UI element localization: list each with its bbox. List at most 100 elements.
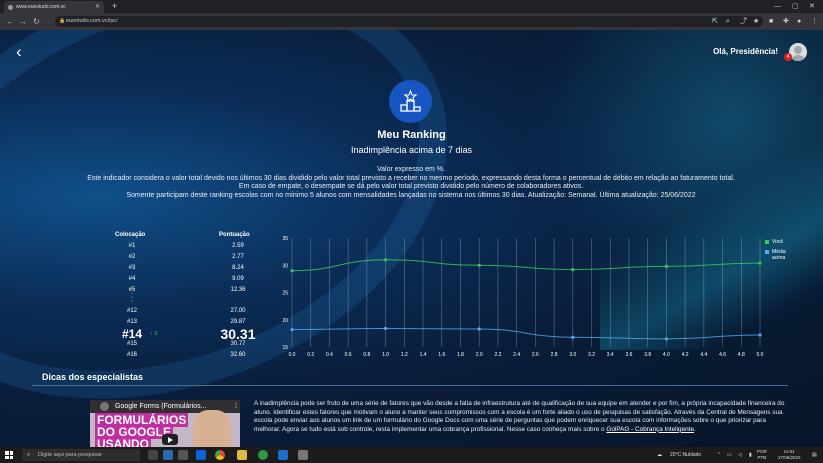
bookmark-star-icon[interactable]: ★: [753, 13, 759, 30]
x-tick-label: 1.0: [382, 352, 389, 358]
ranking-line-chart: 0.0 0.2 0.4 0.6 0.8 1.0 1.2 1.4 1.6 1.8 2.0 2.2 2.4 2…: [282, 236, 764, 358]
install-icon[interactable]: ⇱: [712, 13, 718, 30]
tips-end: .: [694, 425, 696, 433]
windows-start-icon[interactable]: [5, 451, 13, 459]
x-tick-label: 0.2: [307, 352, 314, 358]
task-view-icon[interactable]: [148, 450, 158, 460]
app-icon[interactable]: [258, 450, 268, 460]
golpag-link[interactable]: GolPAG - Cobrança Inteligente: [606, 426, 694, 433]
app-icon[interactable]: [163, 450, 173, 460]
legend-swatch-icon: [765, 240, 769, 244]
minimize-icon[interactable]: —: [774, 0, 781, 13]
ranking-position: #2: [128, 254, 136, 260]
series-line: [291, 259, 761, 272]
data-point: [384, 326, 388, 331]
windows-taskbar: ⌕ Digite aqui para pesquisar ☁ 20°C Nubl…: [0, 447, 823, 463]
video-title[interactable]: Google Forms (Formulários...: [115, 403, 206, 410]
close-tab-icon[interactable]: ✕: [95, 1, 100, 13]
rank-change-up: ↑ 3: [150, 331, 157, 337]
data-point: [290, 327, 294, 332]
data-point: [664, 264, 668, 268]
ranking-score: 30.77: [230, 341, 246, 347]
reload-icon[interactable]: ↻: [33, 13, 40, 30]
x-tick-label: 0.0: [289, 352, 296, 358]
ranking-position: #4: [128, 276, 136, 282]
profile-icon[interactable]: ●: [797, 13, 801, 30]
ranking-position: #13: [126, 319, 137, 325]
x-tick-label: 2.6: [532, 352, 539, 358]
ranking-score: 27.00: [230, 308, 246, 314]
rank-change-value: 3: [154, 331, 158, 337]
data-point: [477, 327, 481, 331]
share-icon[interactable]: ⤴: [740, 13, 747, 30]
weather-text[interactable]: 20°C Nublado: [670, 447, 701, 463]
x-tick-label: 3.4: [607, 352, 614, 358]
thumbnail-line: USANDO: [95, 437, 152, 447]
extension-icon[interactable]: ■: [769, 13, 773, 30]
clock[interactable]: 14:51 27/06/2022: [778, 449, 801, 461]
battery-icon[interactable]: ▮: [749, 447, 752, 463]
back-nav-icon[interactable]: ←: [6, 13, 14, 30]
chrome-icon[interactable]: [215, 450, 225, 460]
tray-chevron-icon[interactable]: ⌃: [717, 447, 721, 463]
y-tick-label: 35: [282, 236, 288, 242]
video-menu-icon[interactable]: ⋮: [233, 402, 239, 409]
forward-nav-icon[interactable]: →: [19, 13, 27, 30]
network-icon[interactable]: ▭: [727, 447, 732, 463]
arrow-up-icon: ↑: [150, 331, 153, 337]
ranking-position: #14: [121, 327, 143, 341]
edge-icon[interactable]: [196, 450, 206, 460]
data-point: [571, 335, 575, 339]
x-tick-label: 3.6: [625, 352, 632, 358]
tab-title: www.euestudo.com.vc: [16, 4, 66, 10]
notification-badge: 4: [784, 53, 792, 61]
x-tick-label: 4.0: [663, 352, 670, 358]
notifications-icon[interactable]: ▤: [812, 447, 817, 463]
x-tick-label: 4.4: [700, 352, 707, 358]
description-line: Este indicador considera o valor total d…: [87, 174, 735, 182]
clock-date: 27/06/2022: [778, 455, 801, 460]
address-bar[interactable]: 🔒 euestudo.com.vc/ipc/: [55, 16, 763, 27]
lock-icon: 🔒: [59, 18, 66, 24]
zoom-icon[interactable]: ⌕: [726, 13, 730, 30]
indicator-description: Valor expresso em %. Este indicador cons…: [85, 166, 737, 200]
legend-item[interactable]: Você: [765, 239, 794, 245]
taskbar-search-input[interactable]: ⌕ Digite aqui para pesquisar: [22, 449, 140, 461]
x-tick-label: 0.8: [363, 352, 370, 358]
maximize-icon[interactable]: ▢: [792, 0, 799, 13]
ranking-row: #4 9.09: [110, 276, 260, 287]
ranking-score: 29.87: [230, 319, 246, 325]
x-tick-label: 0.4: [326, 352, 333, 358]
tips-heading: Dicas dos especialistas: [42, 372, 144, 382]
legend-label: Você: [772, 239, 784, 245]
back-arrow-icon[interactable]: ‹: [16, 42, 22, 62]
file-explorer-icon[interactable]: [237, 450, 247, 460]
x-tick-label: 4.2: [682, 352, 689, 358]
ranking-score: 12.36: [230, 287, 246, 293]
legend-item[interactable]: Média acima: [765, 249, 794, 261]
extensions-puzzle-icon[interactable]: ✚: [783, 13, 789, 30]
x-tick-label: 5.0: [757, 352, 764, 358]
volume-icon[interactable]: ◁: [738, 447, 742, 463]
page-title: Meu Ranking: [377, 129, 446, 141]
series-line: [291, 327, 761, 340]
browser-tab[interactable]: www.euestudo.com.vc ✕: [4, 1, 104, 13]
app-icon[interactable]: [298, 450, 308, 460]
ranking-row: #12 27.00: [110, 308, 260, 319]
new-tab-button[interactable]: +: [112, 0, 117, 13]
ranking-position: #1: [128, 243, 136, 249]
x-tick-label: 4.8: [738, 352, 745, 358]
y-tick-label: 30: [282, 263, 288, 269]
divider: [32, 385, 788, 386]
ranking-row: #15 30.77: [110, 341, 260, 352]
vscode-icon[interactable]: [278, 450, 288, 460]
play-icon[interactable]: [162, 434, 178, 445]
weather-icon[interactable]: ☁: [657, 447, 662, 463]
input-language[interactable]: POR PTB: [757, 449, 767, 461]
video-thumbnail[interactable]: Google Forms (Formulários... ⋮ FORMULÁRI…: [90, 400, 240, 447]
close-window-icon[interactable]: ✕: [809, 0, 815, 13]
description-line: Valor expresso em %.: [377, 166, 445, 173]
ranking-score: 2.77: [232, 254, 244, 260]
browser-menu-icon[interactable]: ⋮: [811, 13, 818, 30]
app-icon[interactable]: [178, 450, 188, 460]
